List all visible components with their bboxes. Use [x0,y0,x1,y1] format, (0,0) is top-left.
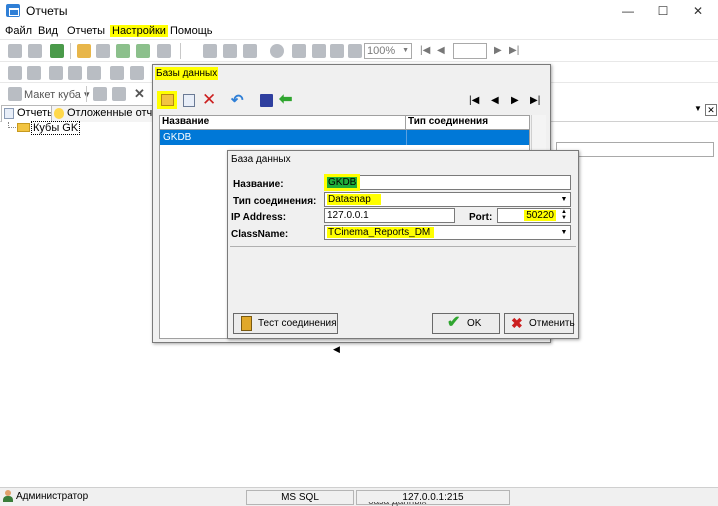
two-pages-icon[interactable] [312,44,326,58]
cube-layout-dropdown[interactable]: Макет куба ▾ [24,88,90,101]
add-database-icon[interactable] [161,94,174,106]
sum-icon[interactable] [110,66,124,80]
new-document-icon[interactable] [96,44,110,58]
delete-icon[interactable] [28,44,42,58]
save-layout-icon[interactable] [93,87,107,101]
import-icon[interactable] [116,44,130,58]
menu-bar: Файл Вид Отчеты Настройки Помощь [0,23,718,40]
folder-icon [17,123,30,132]
filter-icon[interactable] [87,66,101,80]
delete-database-icon[interactable]: ✕ [202,90,216,110]
scroll-left-arrow[interactable]: ◀ [333,344,340,355]
name-field[interactable]: GKDB [324,175,571,190]
status-bar: Администратор MS SQL 127.0.0.1:215 [0,487,718,506]
test-connection-button[interactable]: Тест соединения [233,313,338,334]
chevron-down-icon: ▼ [560,196,568,203]
page-number-input[interactable] [453,43,487,59]
classname-select[interactable]: TCinema_Reports_DM ▼ [324,225,571,240]
menu-reports[interactable]: Отчеты [65,25,107,37]
remove-icon[interactable]: ✕ [134,86,145,102]
export-menu-icon[interactable] [243,44,257,58]
print-icon[interactable] [203,44,217,58]
cancel-icon: ✖ [511,315,523,331]
plug-icon [241,316,252,331]
multi-page-icon[interactable] [330,44,344,58]
column-header-type[interactable]: Тип соединения [406,116,529,130]
import-database-icon[interactable]: ⬅ [279,89,292,109]
connection-type-label: Тип соединения: [233,196,317,207]
cancel-button[interactable]: ✖ Отменить [504,313,575,334]
menu-help[interactable]: Помощь [168,25,215,37]
maximize-button[interactable]: ☐ [645,0,681,22]
edit-icon[interactable] [157,44,171,58]
user-icon [3,490,13,502]
page-view-icon[interactable] [292,44,306,58]
name-label: Название: [233,179,284,190]
port-field[interactable]: 50220 ▲ ▼ [497,208,571,223]
connection-type-select[interactable]: Datasnap ▼ [324,192,571,207]
database-edit-title: База данных [231,154,291,165]
classname-label: ClassName: [231,229,289,240]
menu-settings[interactable]: Настройки [110,25,168,37]
prev-page-icon[interactable]: ◀ [437,45,445,56]
menu-file[interactable]: Файл [3,25,34,37]
search-icon[interactable] [270,44,284,58]
copy-icon[interactable] [27,66,41,80]
app-icon [6,4,20,17]
minimize-button[interactable]: — [610,0,646,22]
db-first-icon[interactable]: |◀ [469,95,479,106]
zoom-select[interactable]: 100% ▼ [364,43,412,59]
title-bar: Отчеты — ☐ ✕ [0,0,718,22]
open-folder-icon[interactable] [77,44,91,58]
table-row[interactable]: GKDB [160,130,529,145]
port-spinner-icon[interactable]: ▲ ▼ [558,209,570,222]
fit-page-icon[interactable] [348,44,362,58]
ip-address-field[interactable]: 127.0.0.1 [324,208,455,223]
close-button[interactable]: ✕ [680,0,716,22]
db-last-icon[interactable]: ▶| [530,95,540,106]
status-user: Администратор [16,491,89,502]
databases-dialog-title: Базы данных [155,67,219,80]
grid-icon[interactable] [8,66,22,80]
status-server: MS SQL [246,490,354,505]
column-header-name[interactable]: Название [160,116,406,130]
save-icon[interactable] [8,44,22,58]
pin-dropdown-icon[interactable]: ▼ [692,104,704,116]
db-prev-icon[interactable]: ◀ [491,95,499,106]
next-page-icon[interactable]: ▶ [494,45,502,56]
bottom-text-fragment: база данных [368,502,427,506]
undo-icon[interactable]: ↶ [231,91,244,109]
chart-icon[interactable] [130,66,144,80]
right-panel-field[interactable] [556,142,714,157]
panel-close-icon[interactable]: ✕ [705,104,717,116]
port-label: Port: [469,212,493,223]
link-icon[interactable] [49,66,63,80]
tree-node-cubes[interactable]: Кубы GK [31,121,81,135]
save-database-icon[interactable] [260,94,273,107]
row-name-cell: GKDB [163,132,192,143]
check-icon: ✔ [447,314,461,331]
database-edit-dialog: База данных Название: GKDB Тип соединени… [227,150,579,339]
unlink-icon[interactable] [68,66,82,80]
window-title: Отчеты [26,4,68,18]
last-page-icon[interactable]: ▶| [509,45,519,56]
edit-database-icon[interactable] [183,94,195,107]
ok-button[interactable]: ✔ OK [432,313,500,334]
print-setup-icon[interactable] [223,44,237,58]
ip-address-label: IP Address: [231,212,287,223]
export-icon[interactable] [136,44,150,58]
toolbar-main: 100% ▼ |◀ ◀ ▶ ▶| [0,39,718,62]
first-page-icon[interactable]: |◀ [420,45,430,56]
db-next-icon[interactable]: ▶ [511,95,519,106]
menu-view[interactable]: Вид [36,25,60,37]
refresh-icon[interactable] [50,44,64,58]
cube-layout-icon [8,87,22,101]
list-icon[interactable] [112,87,126,101]
chevron-down-icon: ▼ [560,229,568,236]
